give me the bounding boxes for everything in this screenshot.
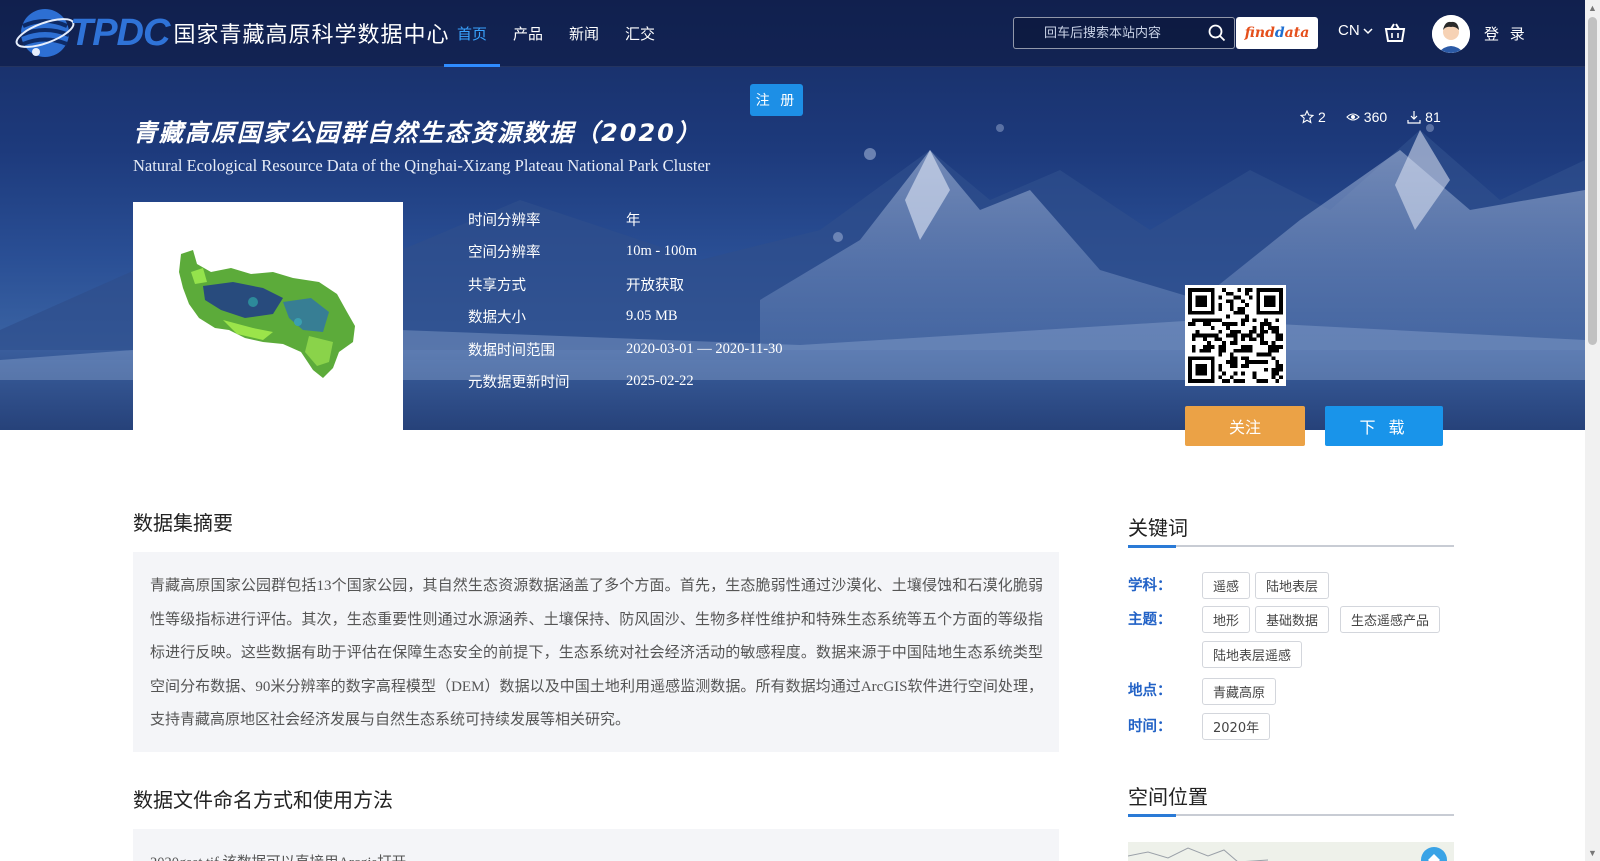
dataset-detail-page: TPDC 国家青藏高原科学数据中心 首页 产品 新闻 汇交 finddata [0, 0, 1600, 861]
logo-tpdc-text: TPDC [70, 11, 170, 54]
search-icon[interactable] [1208, 24, 1226, 42]
spatial-divider [1128, 814, 1454, 817]
meta-row: 时间分辨率 年 [468, 203, 783, 236]
search-box [1013, 17, 1235, 49]
meta-value: 开放获取 [626, 277, 684, 294]
star-count-value: 2 [1318, 109, 1326, 125]
time-label: 时间： [1128, 719, 1172, 735]
map-outline [1128, 847, 1447, 861]
logo-chinese-name: 国家青藏高原科学数据中心 [173, 23, 450, 48]
meta-value: 9.05 MB [626, 308, 678, 325]
download-count: 81 [1407, 109, 1441, 125]
main-nav: 首页 产品 新闻 汇交 [444, 0, 668, 67]
scroll-thumb[interactable] [1588, 17, 1597, 345]
keyword-tag[interactable]: 青藏高原 [1202, 678, 1277, 705]
scroll-down-arrow-icon[interactable]: ▼ [1588, 848, 1597, 858]
keyword-tag[interactable]: 2020年 [1202, 713, 1271, 740]
keyword-tag[interactable]: 陆地表层遥感 [1202, 641, 1303, 668]
dataset-meta-list: 时间分辨率 年 空间分辨率 10m - 100m 共享方式 开放获取 数据大小 9.05… [468, 203, 783, 398]
dataset-title-cn: 青藏高原国家公园群自然生态资源数据（2020） [133, 119, 702, 147]
nav-submit[interactable]: 汇交 [612, 0, 668, 67]
keywords-heading: 关键词 [1128, 516, 1188, 540]
usage-box: 2020gset.tif 该数据可以直接用Arcgis打开 [133, 829, 1059, 861]
site-logo[interactable]: TPDC 国家青藏高原科学数据中心 [14, 2, 449, 64]
scroll-up-arrow-icon[interactable]: ▲ [1588, 3, 1597, 13]
dataset-title-en: Natural Ecological Resource Data of the … [133, 156, 711, 175]
meta-row: 共享方式 开放获取 [468, 268, 783, 301]
language-switcher[interactable]: CN [1338, 22, 1374, 39]
meta-row: 空间分辨率 10m - 100m [468, 236, 783, 269]
meta-row: 数据时间范围 2020-03-01 — 2020-11-30 [468, 333, 783, 366]
meta-label: 元数据更新时间 [468, 375, 570, 392]
keyword-tag[interactable]: 陆地表层 [1255, 572, 1330, 599]
login-link[interactable]: 登 录 [1484, 23, 1528, 44]
language-label: CN [1338, 22, 1360, 39]
meta-row: 数据大小 9.05 MB [468, 301, 783, 334]
spatial-map[interactable] [1128, 842, 1454, 861]
usage-text: 2020gset.tif 该数据可以直接用Arcgis打开 [150, 851, 1042, 861]
spatial-heading: 空间位置 [1128, 785, 1208, 809]
subject-label: 学科： [1128, 578, 1172, 594]
findata-label-ata: ata [1284, 25, 1310, 41]
chevron-down-icon [1363, 27, 1373, 34]
findata-label-find: find [1244, 25, 1275, 41]
meta-label: 数据大小 [468, 310, 526, 327]
dataset-stats: 2 360 81 [1300, 109, 1441, 125]
user-avatar[interactable] [1432, 15, 1470, 53]
place-label: 地点： [1128, 683, 1172, 699]
findata-d-icon: d [1274, 25, 1285, 41]
view-count: 360 [1346, 109, 1387, 125]
download-icon [1407, 111, 1421, 124]
keywords-divider [1128, 545, 1454, 548]
meta-value: 2020-03-01 — 2020-11-30 [626, 340, 783, 357]
qr-code-icon [1188, 288, 1283, 383]
page-scrollbar[interactable]: ▲ ▼ [1585, 0, 1600, 861]
star-count[interactable]: 2 [1300, 109, 1326, 125]
register-button[interactable]: 注 册 [750, 84, 803, 116]
plateau-map-thumbnail [179, 250, 355, 378]
download-count-value: 81 [1425, 109, 1441, 125]
download-button[interactable]: 下 载 [1325, 406, 1443, 446]
meta-label: 空间分辨率 [468, 245, 541, 262]
meta-label: 时间分辨率 [468, 212, 541, 229]
dataset-thumbnail[interactable] [133, 202, 403, 430]
meta-value: 10m - 100m [626, 243, 697, 260]
top-navbar: TPDC 国家青藏高原科学数据中心 首页 产品 新闻 汇交 finddata [0, 0, 1585, 67]
qr-code [1185, 285, 1286, 386]
follow-button[interactable]: 关注 [1185, 406, 1305, 446]
eye-icon [1346, 113, 1360, 121]
nav-home[interactable]: 首页 [444, 0, 501, 67]
meta-label: 数据时间范围 [468, 342, 555, 359]
view-count-value: 360 [1363, 109, 1388, 125]
findata-button[interactable]: find d ata [1236, 17, 1318, 49]
usage-heading: 数据文件命名方式和使用方法 [133, 788, 393, 812]
keyword-tag[interactable]: 基础数据 [1255, 606, 1330, 633]
theme-label: 主题： [1128, 612, 1172, 628]
avatar-person-icon [1432, 15, 1470, 53]
abstract-text: 青藏高原国家公园群包括13个国家公园，其自然生态资源数据涵盖了多个方面。首先，生… [150, 578, 1043, 728]
keyword-tag[interactable]: 地形 [1202, 606, 1251, 633]
hero-banner: TPDC 国家青藏高原科学数据中心 首页 产品 新闻 汇交 finddata [0, 0, 1585, 430]
meta-value: 年 [626, 212, 641, 229]
star-icon [1300, 110, 1314, 124]
abstract-box: 青藏高原国家公园群包括13个国家公园，其自然生态资源数据涵盖了多个方面。首先，生… [133, 552, 1059, 752]
meta-label: 共享方式 [468, 277, 526, 294]
nav-products[interactable]: 产品 [500, 0, 556, 67]
meta-row: 元数据更新时间 2025-02-22 [468, 366, 783, 399]
cart-icon[interactable] [1383, 21, 1407, 45]
keyword-tag[interactable]: 遥感 [1202, 572, 1251, 599]
keyword-tag[interactable]: 生态遥感产品 [1340, 606, 1441, 633]
meta-value: 2025-02-22 [626, 373, 694, 390]
nav-news[interactable]: 新闻 [556, 0, 612, 67]
abstract-heading: 数据集摘要 [133, 511, 233, 535]
search-input[interactable] [1024, 18, 1194, 48]
globe-logo-icon [15, 9, 75, 57]
